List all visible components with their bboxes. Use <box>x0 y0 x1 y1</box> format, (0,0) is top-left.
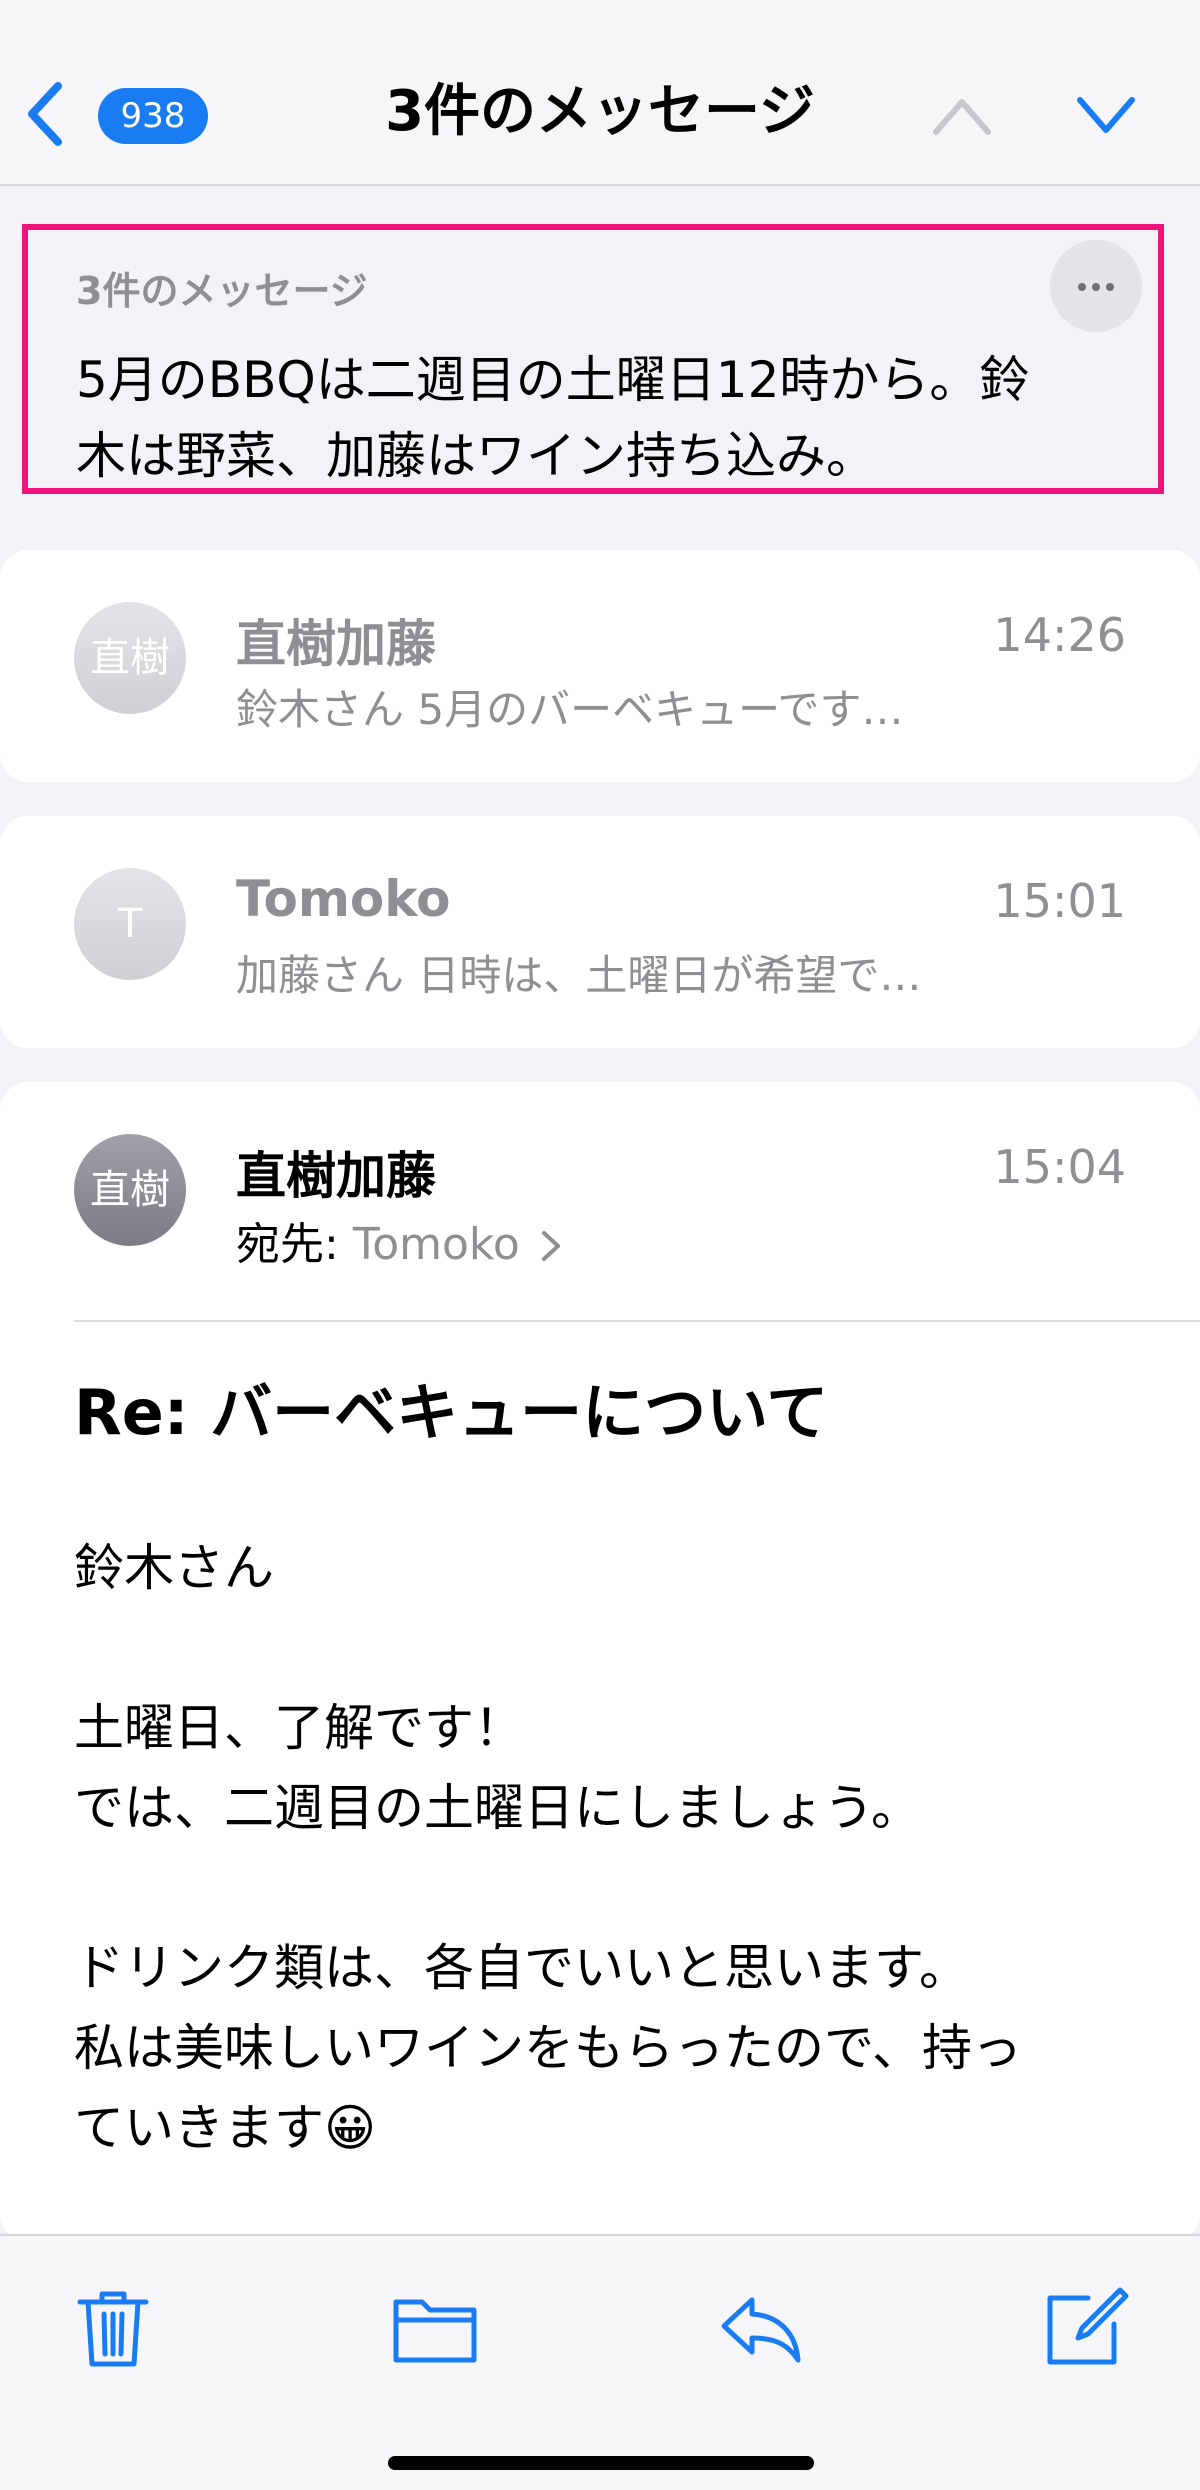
message-subject: Re: バーベキューについて <box>74 1376 829 1449</box>
sender-name[interactable]: 直樹加藤 <box>236 1136 436 1208</box>
avatar: T <box>74 868 186 980</box>
chevron-down-icon[interactable] <box>1074 92 1138 138</box>
home-indicator[interactable] <box>388 2456 814 2470</box>
to-label: 宛先: <box>236 1219 339 1270</box>
thread-summary-card: 3件のメッセージ 5月のBBQは二週目の土曜日12時から。鈴 木は野菜、加藤はワ… <box>22 224 1164 494</box>
avatar: 直樹 <box>74 602 186 714</box>
body-line: ていきます😀 <box>74 2099 377 2157</box>
body-line: 私は美味しいワインをもらったので、持っ <box>74 2019 1022 2077</box>
ellipsis-icon <box>1078 283 1086 291</box>
chevron-right-icon <box>541 1231 560 1261</box>
message-time: 14:26 <box>993 608 1126 662</box>
message-time: 15:04 <box>993 1140 1126 1194</box>
body-line: では、二週目の土曜日にしましょう。 <box>74 1779 921 1837</box>
more-options-button[interactable] <box>1050 240 1142 332</box>
reply-icon[interactable] <box>716 2282 806 2372</box>
trash-icon[interactable] <box>68 2282 158 2372</box>
sender-name: 直樹加藤 <box>236 615 436 673</box>
message-card-collapsed[interactable]: T Tomoko 15:01 加藤さん 日時は、土曜日が希望で… <box>0 816 1200 1048</box>
message-card-collapsed[interactable]: 直樹 直樹加藤 14:26 鈴木さん 5月のバーベキューです… <box>0 550 1200 782</box>
message-preview: 加藤さん 日時は、土曜日が希望で… <box>236 951 922 1000</box>
message-preview: 鈴木さん 5月のバーベキューです… <box>236 685 904 734</box>
page-title: 3件のメッセージ <box>385 79 815 144</box>
divider <box>74 1320 1200 1322</box>
message-card-expanded: 直樹 直樹加藤 15:04 宛先: Tomoko Re: バーベキューについて … <box>0 1082 1200 2242</box>
folder-icon[interactable] <box>390 2282 480 2372</box>
navigation-bar: 938 3件のメッセージ <box>0 0 1200 186</box>
avatar: 直樹 <box>74 1134 186 1246</box>
sender-name: Tomoko <box>236 870 451 928</box>
recipient-name: Tomoko <box>352 1219 520 1270</box>
summary-label: 3件のメッセージ <box>76 269 368 313</box>
body-line: 土曜日、了解です！ <box>74 1699 524 1757</box>
unread-count-badge[interactable]: 938 <box>98 88 208 144</box>
body-line: 鈴木さん <box>74 1539 274 1597</box>
bottom-toolbar <box>0 2234 1200 2490</box>
compose-icon[interactable] <box>1040 2282 1130 2372</box>
summary-text: 5月のBBQは二週目の土曜日12時から。鈴 木は野菜、加藤はワイン持ち込み。 <box>76 351 1030 485</box>
chevron-up-icon[interactable] <box>930 92 994 138</box>
body-line: ドリンク類は、各自でいいと思います。 <box>74 1939 969 1997</box>
recipient-line[interactable]: 宛先: Tomoko <box>236 1208 562 1272</box>
message-time: 15:01 <box>993 874 1126 928</box>
chevron-left-icon[interactable] <box>22 78 66 150</box>
